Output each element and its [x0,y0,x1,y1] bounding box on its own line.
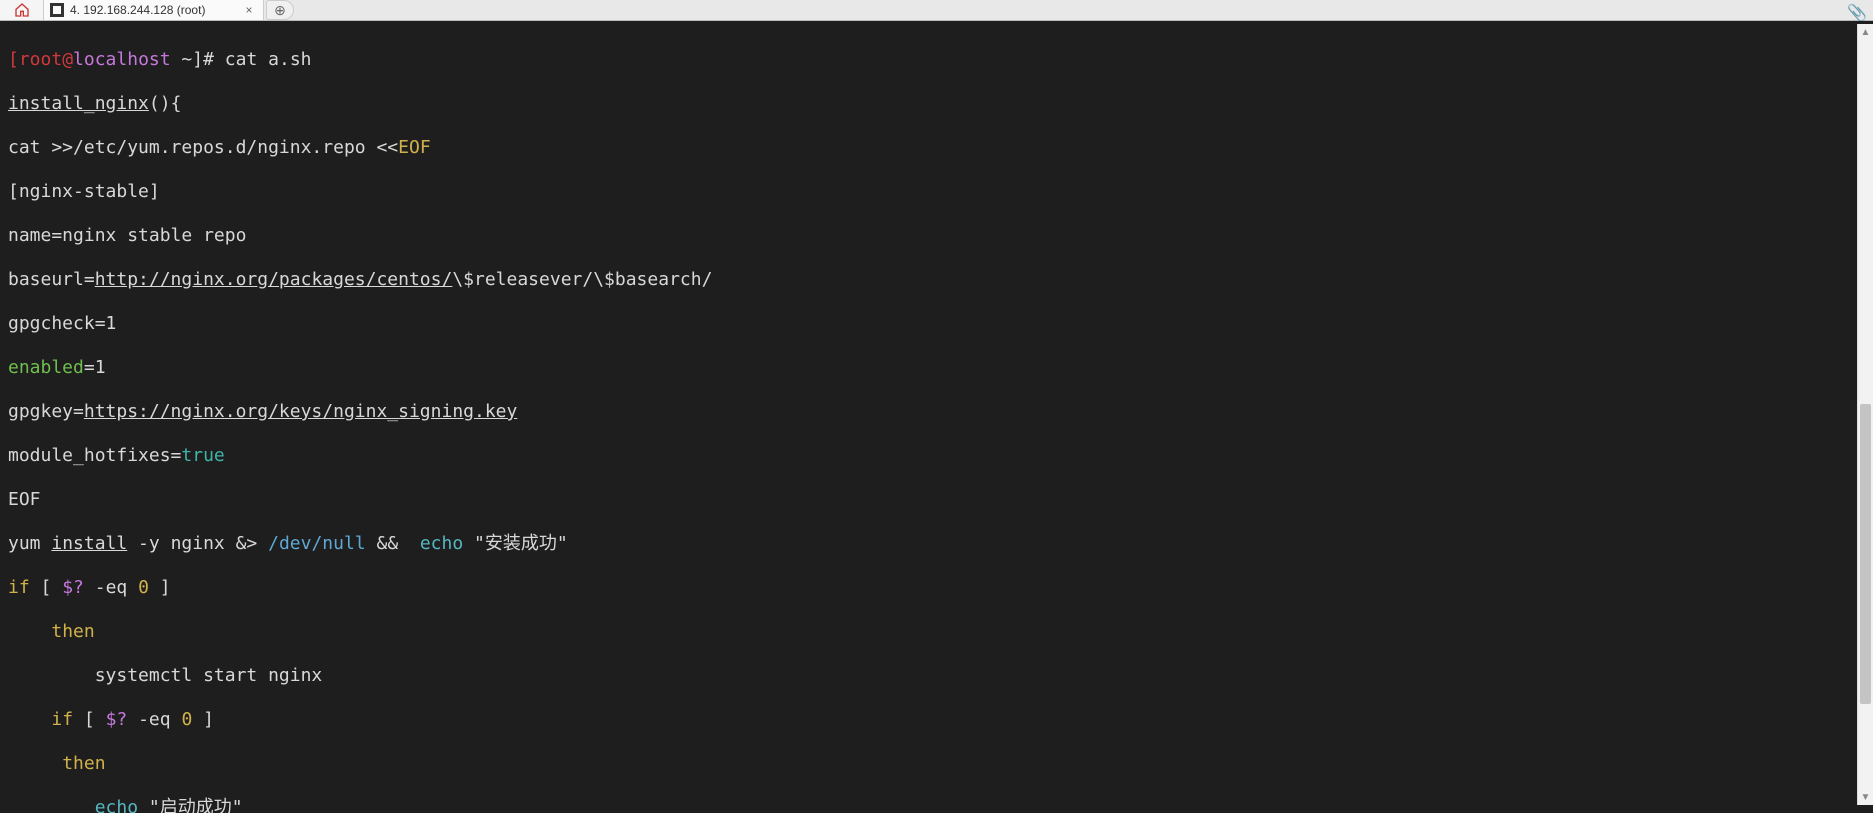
code-line: cat >>/etc/yum.repos.d/nginx.repo <<EOF [8,137,1865,159]
code-line: gpgkey=https://nginx.org/keys/nginx_sign… [8,401,1865,423]
close-icon[interactable]: × [243,4,255,16]
code-line: gpgcheck=1 [8,313,1865,335]
code-line: if [ $? -eq 0 ] [8,709,1865,731]
code-line: EOF [8,489,1865,511]
tab-title: 4. 192.168.244.128 (root) [70,3,205,17]
code-line: enabled=1 [8,357,1865,379]
code-line: module_hotfixes=true [8,445,1865,467]
code-line: then [8,753,1865,775]
scroll-up-icon[interactable]: ▲ [1858,24,1873,40]
home-tab[interactable] [0,0,44,20]
app-window: 4. 192.168.244.128 (root) × ⊕ 📎 [root@lo… [0,0,1873,813]
home-icon [14,2,30,18]
tab-bar: 4. 192.168.244.128 (root) × ⊕ 📎 [0,0,1873,21]
code-line: baseurl=http://nginx.org/packages/centos… [8,269,1865,291]
code-line: if [ $? -eq 0 ] [8,577,1865,599]
code-line: install_nginx(){ [8,93,1865,115]
scroll-down-icon[interactable]: ▼ [1858,789,1873,805]
code-line: echo "启动成功" [8,797,1865,813]
scroll-thumb[interactable] [1860,404,1871,704]
code-line: name=nginx stable repo [8,225,1865,247]
terminal-output[interactable]: [root@localhost ~]# cat a.sh install_ngi… [0,21,1873,813]
new-tab-button[interactable]: ⊕ [266,0,294,20]
code-line: [nginx-stable] [8,181,1865,203]
tab-session[interactable]: 4. 192.168.244.128 (root) × [44,0,264,20]
code-line: then [8,621,1865,643]
code-line: systemctl start nginx [8,665,1865,687]
code-line: yum install -y nginx &> /dev/null && ech… [8,533,1865,555]
vertical-scrollbar[interactable]: ▲ ▼ [1857,24,1873,805]
prompt-line: [root@localhost ~]# cat a.sh [8,49,1865,71]
paperclip-icon[interactable]: 📎 [1847,3,1867,23]
terminal-icon [50,3,64,17]
